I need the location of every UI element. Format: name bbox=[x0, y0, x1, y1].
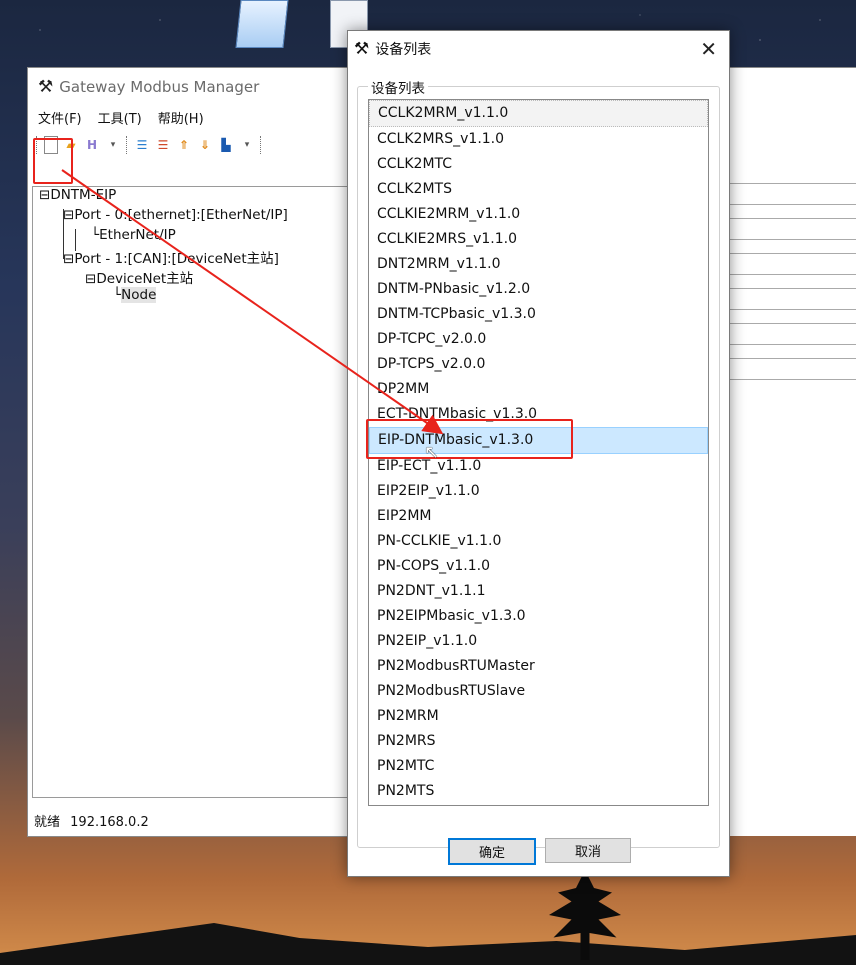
annotation-arrow bbox=[61, 169, 444, 435]
mouse-cursor-icon: ↖ bbox=[424, 442, 440, 463]
